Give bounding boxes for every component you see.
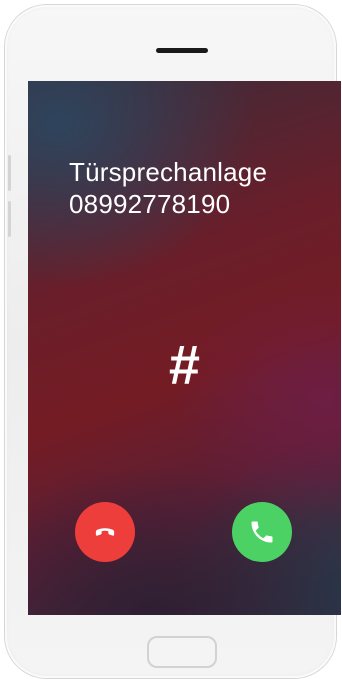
caller-name: Türsprechanlage [69, 157, 268, 187]
dtmf-display: # [168, 333, 201, 396]
volume-down-button[interactable] [8, 201, 11, 237]
volume-up-button[interactable] [8, 155, 11, 191]
caller-number: 08992778190 [69, 189, 231, 219]
phone-icon [248, 518, 276, 546]
home-button[interactable] [147, 636, 217, 668]
decline-call-button[interactable] [75, 502, 135, 562]
incoming-call-screen: Türsprechanlage 08992778190 # [28, 81, 341, 615]
accept-call-button[interactable] [232, 502, 292, 562]
earpiece-speaker [156, 48, 208, 53]
phone-hangup-icon [90, 517, 120, 547]
phone-frame: Türsprechanlage 08992778190 # [5, 5, 341, 678]
